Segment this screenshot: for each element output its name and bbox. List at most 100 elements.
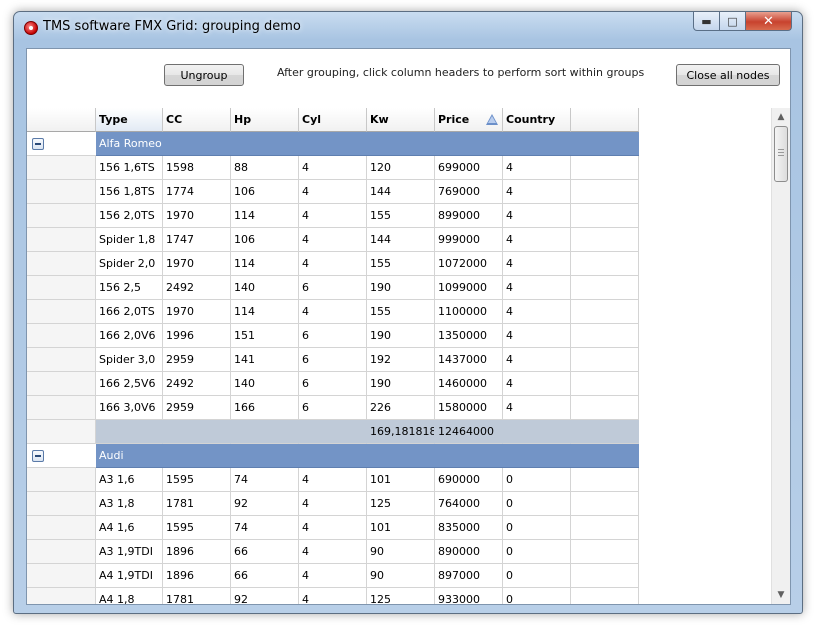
cell-country[interactable]: 4 (503, 180, 571, 204)
row-header-cell[interactable] (27, 204, 96, 228)
cell-cyl[interactable]: 4 (299, 204, 367, 228)
column-header-extra[interactable] (571, 108, 639, 132)
cell-hp[interactable]: 114 (231, 252, 299, 276)
cell-cc[interactable]: 1970 (163, 252, 231, 276)
column-header-price[interactable]: Price (435, 108, 503, 132)
cell-price[interactable]: 933000 (435, 588, 503, 604)
cell-country[interactable]: 0 (503, 564, 571, 588)
cell-extra[interactable] (571, 348, 639, 372)
cell-hp[interactable]: 151 (231, 324, 299, 348)
column-header-hp[interactable]: Hp (231, 108, 299, 132)
cell-cyl[interactable]: 4 (299, 564, 367, 588)
cell-cc[interactable]: 2959 (163, 396, 231, 420)
cell-type[interactable]: A4 1,8 (96, 588, 163, 604)
cell-extra[interactable] (571, 180, 639, 204)
cell-cc[interactable]: 2492 (163, 372, 231, 396)
column-header-type[interactable]: Type (96, 108, 163, 132)
cell-price[interactable]: 690000 (435, 468, 503, 492)
cell-type[interactable]: A4 1,9TDI (96, 564, 163, 588)
cell-cyl[interactable]: 6 (299, 324, 367, 348)
cell-extra[interactable] (571, 492, 639, 516)
cell-cc[interactable]: 1896 (163, 564, 231, 588)
cell-kw[interactable]: 101 (367, 516, 435, 540)
cell-kw[interactable]: 144 (367, 180, 435, 204)
cell-extra[interactable] (571, 324, 639, 348)
table-row[interactable]: A3 1,6 1595 74 4 101 690000 0 (27, 468, 639, 492)
table-row[interactable]: 166 3,0V6 2959 166 6 226 1580000 4 (27, 396, 639, 420)
cell-cyl[interactable]: 6 (299, 348, 367, 372)
cell-cyl[interactable]: 6 (299, 372, 367, 396)
cell-price[interactable]: 769000 (435, 180, 503, 204)
cell-country[interactable]: 4 (503, 276, 571, 300)
cell-type[interactable]: A3 1,8 (96, 492, 163, 516)
row-header-cell[interactable] (27, 228, 96, 252)
cell-country[interactable]: 4 (503, 204, 571, 228)
cell-kw[interactable]: 155 (367, 300, 435, 324)
table-row[interactable]: A3 1,8 1781 92 4 125 764000 0 (27, 492, 639, 516)
cell-kw[interactable]: 120 (367, 156, 435, 180)
row-header-cell[interactable] (27, 492, 96, 516)
cell-cc[interactable]: 1781 (163, 492, 231, 516)
cell-price[interactable]: 1099000 (435, 276, 503, 300)
row-header-cell[interactable] (27, 324, 96, 348)
cell-kw[interactable]: 125 (367, 492, 435, 516)
row-header-cell[interactable] (27, 540, 96, 564)
cell-hp[interactable]: 114 (231, 300, 299, 324)
cell-cyl[interactable]: 4 (299, 300, 367, 324)
cell-cyl[interactable]: 6 (299, 396, 367, 420)
group-name[interactable]: Audi (96, 444, 639, 468)
cell-kw[interactable]: 155 (367, 204, 435, 228)
row-header-cell[interactable] (27, 180, 96, 204)
cell-extra[interactable] (571, 564, 639, 588)
data-grid[interactable]: Type CC Hp Cyl Kw Price Country Alfa Romeo 156 1… (27, 108, 771, 604)
cell-cc[interactable]: 1970 (163, 204, 231, 228)
column-header-cc[interactable]: CC (163, 108, 231, 132)
cell-price[interactable]: 835000 (435, 516, 503, 540)
scroll-up-icon[interactable]: ▲ (772, 108, 790, 126)
table-row[interactable]: 156 1,6TS 1598 88 4 120 699000 4 (27, 156, 639, 180)
cell-type[interactable]: 156 1,8TS (96, 180, 163, 204)
cell-price[interactable]: 897000 (435, 564, 503, 588)
cell-extra[interactable] (571, 468, 639, 492)
table-row[interactable]: 156 2,5 2492 140 6 190 1099000 4 (27, 276, 639, 300)
cell-cc[interactable]: 1595 (163, 516, 231, 540)
ungroup-button[interactable]: Ungroup (164, 64, 244, 86)
cell-price[interactable]: 999000 (435, 228, 503, 252)
cell-kw[interactable]: 101 (367, 468, 435, 492)
cell-kw[interactable]: 144 (367, 228, 435, 252)
cell-type[interactable]: A3 1,9TDI (96, 540, 163, 564)
cell-cyl[interactable]: 4 (299, 156, 367, 180)
cell-country[interactable]: 4 (503, 324, 571, 348)
cell-cc[interactable]: 1996 (163, 324, 231, 348)
cell-country[interactable]: 4 (503, 348, 571, 372)
cell-hp[interactable]: 106 (231, 180, 299, 204)
close-all-nodes-button[interactable]: Close all nodes (676, 64, 780, 86)
cell-cc[interactable]: 1896 (163, 540, 231, 564)
cell-kw[interactable]: 190 (367, 324, 435, 348)
column-header-country[interactable]: Country (503, 108, 571, 132)
row-header-cell[interactable] (27, 564, 96, 588)
cell-cc[interactable]: 1598 (163, 156, 231, 180)
cell-cc[interactable]: 1781 (163, 588, 231, 604)
scroll-down-icon[interactable]: ▼ (772, 586, 790, 604)
cell-type[interactable]: Spider 1,8 (96, 228, 163, 252)
cell-extra[interactable] (571, 252, 639, 276)
table-row[interactable]: A4 1,9TDI 1896 66 4 90 897000 0 (27, 564, 639, 588)
cell-cyl[interactable]: 4 (299, 492, 367, 516)
cell-cc[interactable]: 2492 (163, 276, 231, 300)
cell-price[interactable]: 1100000 (435, 300, 503, 324)
row-header-cell[interactable] (27, 252, 96, 276)
cell-hp[interactable]: 66 (231, 540, 299, 564)
cell-cc[interactable]: 1774 (163, 180, 231, 204)
row-header-cell[interactable] (27, 396, 96, 420)
cell-type[interactable]: A3 1,6 (96, 468, 163, 492)
cell-country[interactable]: 0 (503, 540, 571, 564)
cell-type[interactable]: 166 3,0V6 (96, 396, 163, 420)
cell-kw[interactable]: 190 (367, 276, 435, 300)
cell-hp[interactable]: 88 (231, 156, 299, 180)
table-row[interactable]: 156 1,8TS 1774 106 4 144 769000 4 (27, 180, 639, 204)
cell-extra[interactable] (571, 156, 639, 180)
table-row[interactable]: 166 2,0TS 1970 114 4 155 1100000 4 (27, 300, 639, 324)
cell-cc[interactable]: 1747 (163, 228, 231, 252)
row-header-cell[interactable] (27, 588, 96, 604)
